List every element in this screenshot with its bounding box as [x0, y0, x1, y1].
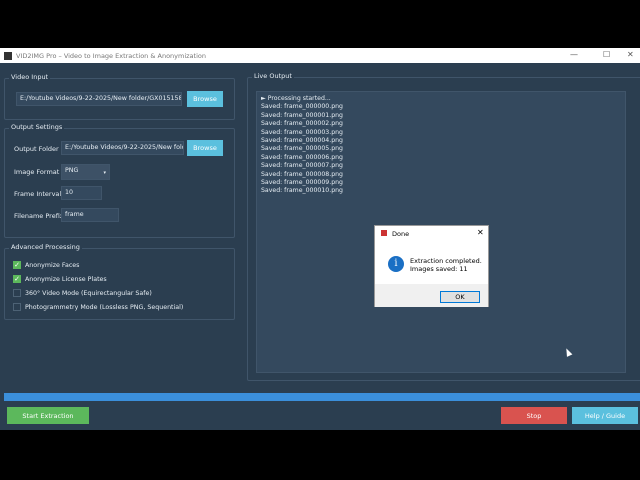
- info-icon: i: [388, 256, 404, 272]
- photogrammetry-checkbox[interactable]: Photogrammetry Mode (Lossless PNG, Seque…: [13, 303, 183, 311]
- checkbox-box: [13, 289, 21, 297]
- app-icon: [381, 230, 387, 236]
- log-line: Saved: frame_000007.png: [261, 162, 343, 170]
- group-title: Advanced Processing: [9, 243, 82, 251]
- filename-prefix-input[interactable]: frame: [61, 208, 119, 222]
- frame-interval-input[interactable]: 10: [61, 186, 102, 200]
- stop-button[interactable]: Stop: [501, 407, 567, 424]
- close-button[interactable]: ✕: [627, 50, 634, 59]
- log-line: Saved: frame_000005.png: [261, 145, 343, 153]
- title-bar: VID2IMG Pro – Video to Image Extraction …: [0, 48, 640, 63]
- filename-prefix-label: Filename Prefix: [14, 212, 64, 220]
- maximize-button[interactable]: ☐: [603, 50, 610, 59]
- log-line: Saved: frame_000010.png: [261, 187, 343, 195]
- 360-video-checkbox[interactable]: 360° Video Mode (Equirectangular Safe): [13, 289, 152, 297]
- log-line: Saved: frame_000006.png: [261, 153, 343, 161]
- log-line: Saved: frame_000002.png: [261, 120, 343, 128]
- group-title: Live Output: [252, 72, 294, 80]
- log-line: Saved: frame_000000.png: [261, 103, 343, 111]
- log-line: Saved: frame_000008.png: [261, 170, 343, 178]
- log-line: Saved: frame_000004.png: [261, 137, 343, 145]
- checkbox-label: Photogrammetry Mode (Lossless PNG, Seque…: [25, 303, 184, 311]
- minimize-button[interactable]: —: [570, 50, 578, 59]
- help-guide-button[interactable]: Help / Guide: [572, 407, 638, 424]
- video-path-input[interactable]: E:/Youtube Videos/9-22-2025/New folder/G…: [16, 92, 182, 106]
- anonymize-plates-checkbox[interactable]: ✓ Anonymize License Plates: [13, 275, 107, 283]
- output-folder-input[interactable]: E:/Youtube Videos/9-22-2025/New folder: [61, 141, 184, 155]
- anonymize-faces-checkbox[interactable]: ✓ Anonymize Faces: [13, 261, 79, 269]
- checkbox-label: 360° Video Mode (Equirectangular Safe): [25, 289, 152, 297]
- app-icon: [4, 51, 12, 60]
- output-browse-button[interactable]: Browse: [187, 140, 223, 156]
- log-line: Saved: frame_000009.png: [261, 179, 343, 187]
- check-icon: ✓: [13, 275, 21, 283]
- dialog-title: Done: [392, 230, 410, 238]
- log-line: Saved: frame_000001.png: [261, 111, 343, 119]
- dialog-close-button[interactable]: ✕: [477, 228, 484, 237]
- progress-fill: [4, 393, 640, 401]
- frame-interval-label: Frame Interval: [14, 190, 62, 198]
- start-extraction-button[interactable]: Start Extraction: [7, 407, 89, 424]
- check-icon: ✓: [13, 261, 21, 269]
- image-format-label: Image Format: [14, 168, 60, 176]
- log-line: ► Processing started...: [261, 95, 331, 102]
- video-browse-button[interactable]: Browse: [187, 91, 223, 107]
- chevron-down-icon: ▾: [103, 170, 106, 176]
- image-format-select[interactable]: PNG ▾: [61, 164, 110, 180]
- dialog-message-line2: Images saved: 11: [410, 265, 468, 273]
- checkbox-label: Anonymize License Plates: [25, 275, 107, 283]
- image-format-value: PNG: [65, 167, 79, 174]
- log-line: Saved: frame_000003.png: [261, 128, 343, 136]
- window-title: VID2IMG Pro – Video to Image Extraction …: [16, 51, 206, 60]
- group-title: Video Input: [9, 73, 51, 81]
- done-dialog: Done ✕ i Extraction completed. Images sa…: [374, 225, 489, 307]
- ok-button[interactable]: OK: [440, 291, 480, 303]
- main-window: VID2IMG Pro – Video to Image Extraction …: [0, 48, 640, 430]
- dialog-message-line1: Extraction completed.: [410, 257, 482, 265]
- progress-bar: [4, 393, 640, 401]
- output-folder-label: Output Folder: [14, 145, 59, 153]
- checkbox-label: Anonymize Faces: [25, 261, 80, 269]
- group-title: Output Settings: [9, 123, 65, 131]
- checkbox-box: [13, 303, 21, 311]
